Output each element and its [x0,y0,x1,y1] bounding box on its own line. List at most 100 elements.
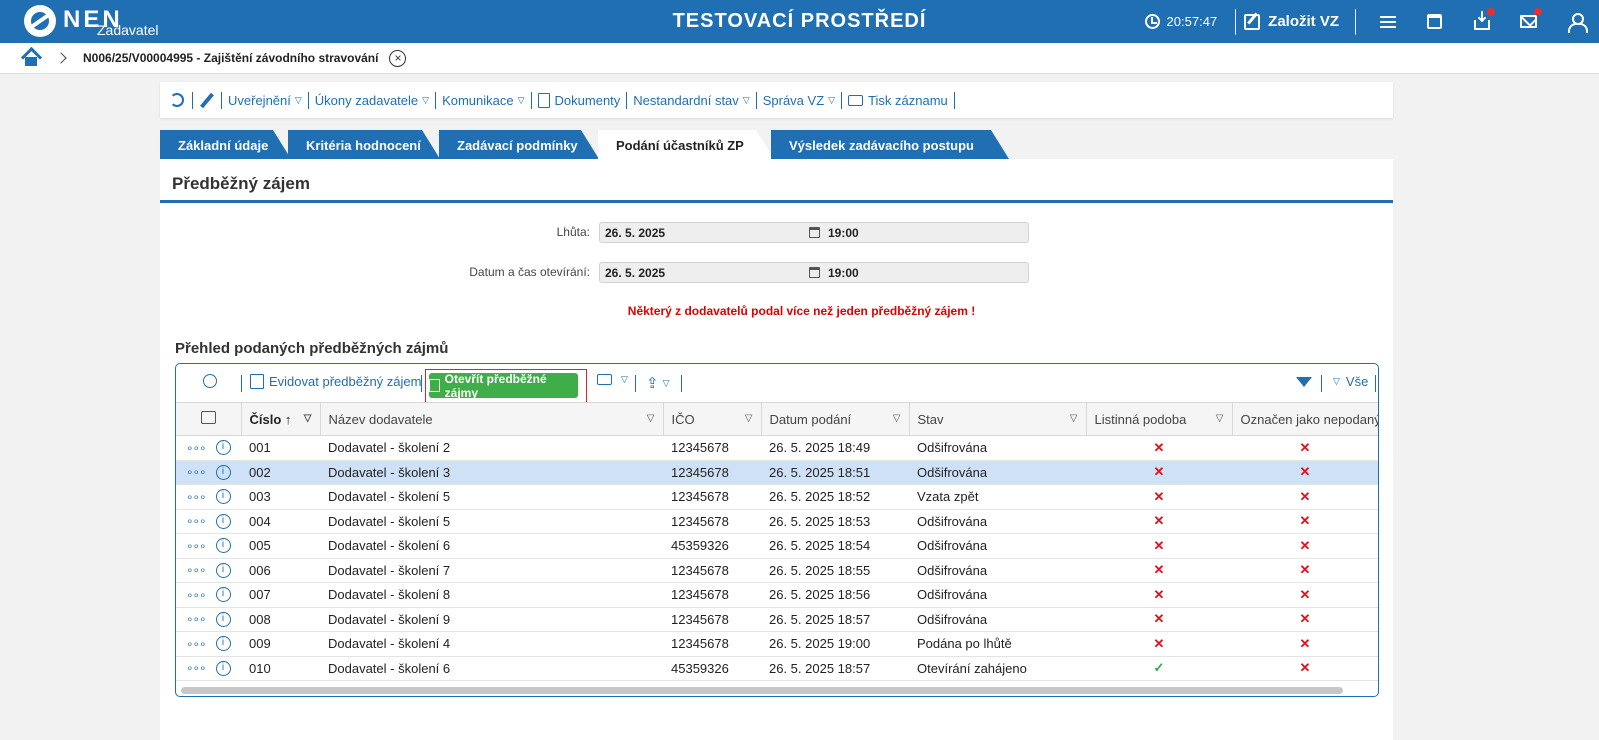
filter-dropdown-icon[interactable]: ▽ [1216,413,1224,424]
messages-button[interactable] [1505,0,1552,43]
table-row[interactable]: ∘∘∘ i 009 Dodavatel - školení 4 12345678 26. … [176,631,1378,657]
print-dropdown[interactable]: ▽ [597,374,628,385]
table-row[interactable]: ∘∘∘ i 008 Dodavatel - školení 9 12345678 26. … [176,607,1378,632]
menu-nestandardni[interactable]: Nestandardní stav ▽ [633,93,749,108]
filter-dropdown-icon[interactable]: ▽ [1070,413,1078,424]
tab-vysledek[interactable]: Výsledek zadávacího postupu [771,130,1009,159]
close-icon[interactable]: × [389,49,407,67]
menu-komunikace[interactable]: Komunikace ▽ [442,93,524,108]
column-stav-label: Stav [917,411,944,427]
cell-datum: 26. 5. 2025 18:54 [761,533,909,559]
more-icon[interactable]: ∘∘∘ [186,612,207,626]
info-icon[interactable]: i [215,587,231,603]
more-icon[interactable]: ∘∘∘ [186,441,207,455]
cell-stav: Odšifrována [909,582,1086,608]
table-row[interactable]: ∘∘∘ i 004 Dodavatel - školení 5 12345678 26. … [176,509,1378,534]
column-oznacen[interactable]: Označen jako nepodaný [1232,402,1378,436]
column-stav[interactable]: Stav ▽ [909,402,1087,436]
cell-listinna: ✕ [1086,631,1232,657]
dropdown-icon: ▽ [517,94,525,105]
menu-dokumenty[interactable]: Dokumenty [537,92,620,108]
column-datum[interactable]: Datum podání ▽ [761,402,910,436]
evidovat-label: Evidovat předběžný zájem [269,374,422,389]
info-icon[interactable]: i [215,562,231,578]
more-icon[interactable]: ∘∘∘ [186,514,207,528]
info-icon[interactable]: i [215,660,231,676]
dropdown-icon: ▽ [1333,376,1340,386]
cell-cislo: 007 [241,582,320,608]
divider [192,91,193,109]
more-icon[interactable]: ∘∘∘ [186,539,207,553]
info-icon[interactable]: i [215,636,231,652]
info-icon[interactable]: i [215,464,231,480]
view-all-dropdown[interactable]: ▽ Vše [1329,374,1368,389]
refresh-icon[interactable] [170,93,184,107]
home-icon[interactable] [21,49,41,67]
evidovat-button[interactable]: Evidovat předběžný zájem [250,374,421,389]
tab-kriteria[interactable]: Kritéria hodnocení [288,130,440,159]
filter-dropdown-icon[interactable]: ▽ [893,413,901,424]
listinna-status-icon: ✕ [1153,562,1165,578]
menu-icon [1379,15,1396,28]
cell-listinna: ✕ [1086,435,1232,461]
user-button[interactable] [1552,0,1599,43]
menu-uverejneni[interactable]: Uveřejnění ▽ [228,93,302,108]
table-row[interactable]: ∘∘∘ i 003 Dodavatel - školení 5 12345678 26. … [176,484,1378,510]
warning-message: Některý z dodavatelů podal více než jede… [627,304,976,318]
cell-nazev: Dodavatel - školení 3 [320,460,663,485]
menu-sprava[interactable]: Správa VZ ▽ [763,93,835,108]
info-icon[interactable]: i [215,538,231,554]
row-actions: ∘∘∘ i [176,533,241,559]
tab-zadavaci-podminky[interactable]: Zadávací podmínky [439,130,599,159]
column-settings[interactable] [176,402,242,436]
table-row[interactable]: ∘∘∘ i 010 Dodavatel - školení 6 45359326 26. … [176,656,1378,681]
cell-listinna: ✕ [1086,558,1232,583]
column-ico[interactable]: IČO ▽ [663,402,762,436]
otevrit-button[interactable]: Otevřít předběžné zájmy [429,372,578,400]
dropdown-icon: ▽ [621,374,628,384]
column-cislo[interactable]: Číslo ↑ ▽ [241,402,321,436]
cell-ico: 45359326 [663,656,761,681]
divider [681,375,682,392]
menu-tisk[interactable]: Tisk záznamu [848,93,948,108]
info-icon[interactable]: i [215,440,231,456]
listinna-status-icon: ✕ [1153,611,1165,627]
filter-dropdown-icon[interactable]: ▽ [745,413,753,424]
more-icon[interactable]: ∘∘∘ [186,465,207,479]
info-icon[interactable]: i [215,489,231,505]
info-icon[interactable]: i [215,513,231,529]
column-listinna[interactable]: Listinná podoba ▽ [1086,402,1233,436]
cell-cislo: 010 [241,656,320,681]
calendar-button[interactable] [1411,0,1458,43]
more-icon[interactable]: ∘∘∘ [186,661,207,675]
table-row[interactable]: ∘∘∘ i 006 Dodavatel - školení 7 12345678 26. … [176,558,1378,583]
column-nazev[interactable]: Název dodavatele ▽ [320,402,664,436]
cell-oznacen: ✕ [1232,533,1378,559]
medal-button[interactable] [203,374,217,388]
horizontal-scrollbar[interactable] [181,687,1343,694]
info-icon[interactable]: i [215,611,231,627]
filter-button[interactable] [1296,377,1312,387]
filter-dropdown-icon[interactable]: ▽ [647,413,655,424]
more-icon[interactable]: ∘∘∘ [186,490,207,504]
more-icon[interactable]: ∘∘∘ [186,637,207,651]
column-nazev-label: Název dodavatele [328,411,433,427]
more-icon[interactable]: ∘∘∘ [186,588,207,602]
tab-podani-ucastniku[interactable]: Podání účastníků ZP [598,130,774,159]
create-vz-button[interactable]: Založit VZ [1244,13,1339,30]
menu-button[interactable] [1364,0,1411,43]
table-row[interactable]: ∘∘∘ i 002 Dodavatel - školení 3 12345678 26. … [176,460,1378,485]
edit-icon[interactable] [200,92,214,108]
oznacen-status-icon: ✕ [1299,562,1311,578]
cell-stav: Odšifrována [909,607,1086,632]
table-row[interactable]: ∘∘∘ i 005 Dodavatel - školení 6 45359326 26. … [176,533,1378,559]
menu-ukony[interactable]: Úkony zadavatele ▽ [315,93,429,108]
filter-dropdown-icon[interactable]: ▽ [304,413,312,424]
more-icon[interactable]: ∘∘∘ [186,563,207,577]
table-row[interactable]: ∘∘∘ i 007 Dodavatel - školení 8 12345678 26. … [176,582,1378,608]
tab-zakladni-udaje[interactable]: Základní údaje [160,130,291,159]
cell-datum: 26. 5. 2025 18:52 [761,484,909,510]
downloads-button[interactable] [1458,0,1505,43]
table-row[interactable]: ∘∘∘ i 001 Dodavatel - školení 2 12345678 26. … [176,435,1378,461]
export-dropdown[interactable]: ⇪ ▽ [646,374,670,392]
